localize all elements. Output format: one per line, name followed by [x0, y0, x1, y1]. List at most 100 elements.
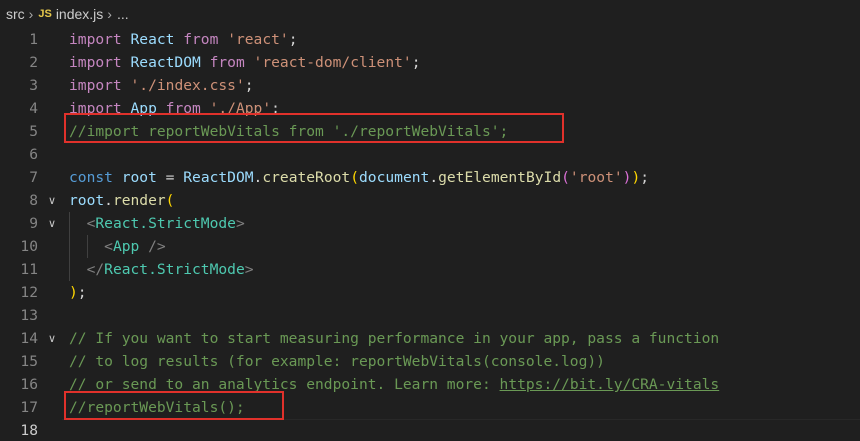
code-token: 'react'	[227, 31, 289, 48]
code-token: ;	[288, 31, 298, 48]
fold-chevron-icon[interactable]: ∨	[45, 189, 59, 212]
code-area[interactable]: 1 import React from 'react'; 2 import React…	[0, 28, 860, 441]
code-line[interactable]: 14 ∨ // If you want to start measuring per…	[0, 327, 860, 350]
code-line[interactable]: 7 const root = ReactDOM.createRoot(docume…	[0, 166, 860, 189]
code-line[interactable]: 12);	[0, 281, 860, 304]
line-number: 12	[20, 284, 38, 301]
code-line[interactable]: 6	[0, 143, 860, 166]
code-token: />	[139, 238, 166, 255]
line-number: 7	[29, 169, 38, 186]
line-content: root.render(	[69, 189, 174, 212]
code-line[interactable]: 18	[0, 419, 860, 441]
highlight-box-line-17	[64, 391, 284, 420]
line-content: <React.StrictMode>	[69, 212, 245, 235]
code-token: const	[69, 169, 113, 186]
line-number: 17	[20, 399, 38, 416]
code-line[interactable]: 11 </React.StrictMode>	[0, 258, 860, 281]
line-content: );	[69, 281, 87, 304]
line-number: 15	[20, 353, 38, 370]
line-number: 10	[20, 238, 38, 255]
code-token: =	[156, 169, 184, 186]
code-token: ;	[244, 77, 254, 94]
code-token: root	[69, 192, 105, 209]
line-number: 14	[20, 330, 38, 347]
code-token: render	[112, 192, 166, 209]
line-content: <App />	[69, 235, 166, 258]
fold-chevron-icon[interactable]: ∨	[45, 327, 59, 350]
line-number: 2	[29, 54, 38, 71]
code-token: <	[104, 238, 113, 255]
line-number: 9	[29, 215, 38, 232]
code-token: (	[350, 169, 360, 186]
code-token: import	[69, 77, 122, 94]
code-line[interactable]: 15 // to log results (for example: report…	[0, 350, 860, 373]
code-token: from	[209, 54, 245, 71]
code-line[interactable]: 8 ∨ root.render(	[0, 189, 860, 212]
code-token: from	[183, 31, 219, 48]
code-token: .	[429, 169, 439, 186]
line-content: import './index.css';	[69, 74, 254, 97]
line-content: const root = ReactDOM.createRoot(documen…	[69, 166, 649, 189]
line-number: 6	[29, 146, 38, 163]
breadcrumb-folder[interactable]: src	[6, 6, 25, 22]
code-token: React	[121, 31, 184, 48]
code-token: './index.css'	[130, 77, 245, 94]
line-number: 11	[20, 261, 38, 278]
line-number: 1	[29, 31, 38, 48]
breadcrumb-symbols[interactable]: ...	[117, 6, 129, 22]
code-token: import	[69, 31, 122, 48]
line-number: 16	[20, 376, 38, 393]
line-content: import ReactDOM from 'react-dom/client';	[69, 51, 421, 74]
code-token: createRoot	[262, 169, 351, 186]
highlight-box-line-5	[64, 113, 564, 143]
code-token: App	[112, 238, 140, 255]
line-number: 4	[29, 100, 38, 117]
url-link[interactable]: https://bit.ly/CRA-vitals	[500, 376, 720, 393]
line-content: </React.StrictMode>	[69, 258, 254, 281]
code-token: getElementById	[438, 169, 562, 186]
line-number: 5	[29, 123, 38, 140]
code-token: ReactDOM	[183, 169, 254, 186]
line-content: // to log results (for example: reportWe…	[69, 350, 605, 373]
code-token: >	[244, 261, 254, 278]
code-token: )	[631, 169, 641, 186]
fold-chevron-icon[interactable]: ∨	[45, 212, 59, 235]
code-line[interactable]: 1 import React from 'react';	[0, 28, 860, 51]
line-number: 18	[20, 422, 38, 439]
code-token: )	[69, 284, 78, 301]
current-line-highlight	[62, 419, 860, 441]
code-token: React.StrictMode	[104, 261, 245, 278]
code-editor[interactable]: src › JS index.js › ... 1 import React fr…	[0, 0, 860, 441]
code-token: ;	[77, 284, 87, 301]
code-line[interactable]: 13	[0, 304, 860, 327]
code-token: React.StrictMode	[95, 215, 236, 232]
breadcrumb-file[interactable]: index.js	[56, 6, 103, 22]
code-token: import	[69, 54, 122, 71]
code-token: 'react-dom/client'	[253, 54, 412, 71]
line-number: 13	[20, 307, 38, 324]
breadcrumb: src › JS index.js › ...	[0, 0, 860, 28]
line-content: import React from 'react';	[69, 28, 298, 51]
code-token: .	[104, 192, 113, 209]
code-token: (	[165, 192, 175, 209]
code-token: ReactDOM	[121, 54, 210, 71]
code-token: 'root'	[569, 169, 623, 186]
code-token: document	[359, 169, 430, 186]
line-number: 8	[29, 192, 38, 209]
code-token: // If you want to start measuring perfor…	[69, 330, 720, 347]
chevron-right-icon: ›	[28, 6, 34, 22]
code-line[interactable]: 3 import './index.css';	[0, 74, 860, 97]
line-number: 3	[29, 77, 38, 94]
javascript-file-icon: JS	[38, 8, 52, 20]
chevron-right-icon: ›	[107, 6, 112, 22]
code-line[interactable]: 2 import ReactDOM from 'react-dom/client'…	[0, 51, 860, 74]
code-token: ;	[411, 54, 421, 71]
code-line[interactable]: 9 ∨ <React.StrictMode>	[0, 212, 860, 235]
code-token: (	[561, 169, 570, 186]
code-line[interactable]: 10 <App />	[0, 235, 860, 258]
